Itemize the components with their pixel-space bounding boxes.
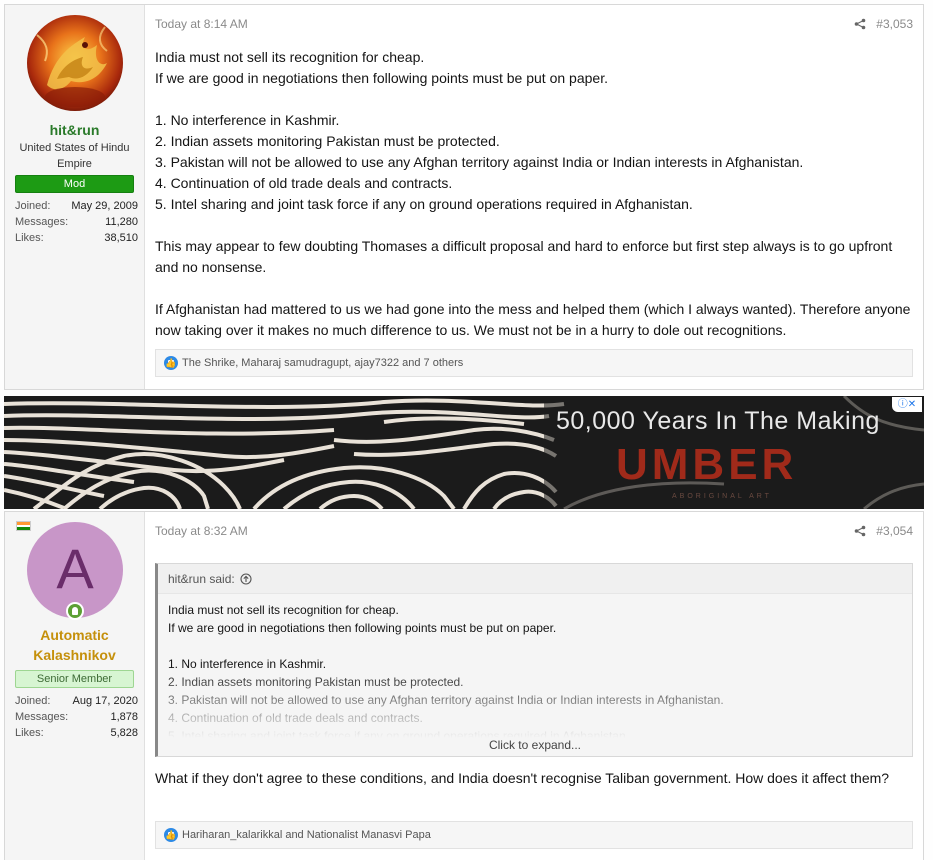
post-body: India must not sell its recognition for …	[155, 47, 911, 341]
username[interactable]: Automatic Kalashnikov	[5, 625, 144, 665]
quote-header[interactable]: hit&run said:	[158, 564, 912, 594]
stat-value: May 29, 2009	[71, 200, 138, 212]
post-3053: hit&run United States of Hindu Empire Mo…	[4, 4, 924, 390]
user-info: A Automatic Kalashnikov Senior Member Jo…	[5, 512, 145, 860]
post-date[interactable]: Today at 8:14 AM	[155, 17, 248, 31]
stat-label: Joined:	[15, 695, 51, 707]
reactions-bar[interactable]: Hariharan_kalarikkal and Nationalist Man…	[155, 821, 913, 849]
post-paragraph: 1. No interference in Kashmir. 2. Indian…	[155, 112, 804, 212]
username[interactable]: hit&run	[5, 120, 144, 140]
reactions-text[interactable]: Hariharan_kalarikkal and Nationalist Man…	[182, 822, 431, 848]
dragon-avatar-image	[27, 15, 123, 111]
online-status-icon	[66, 602, 84, 620]
stat-label: Joined:	[15, 200, 51, 212]
reactions-bar[interactable]: The Shrike, Maharaj samudragupt, ajay732…	[155, 349, 913, 377]
stat-value: Aug 17, 2020	[72, 695, 138, 707]
stat-value: 11,280	[105, 216, 138, 228]
india-flag-icon	[16, 521, 31, 531]
avatar-letter: A	[56, 537, 94, 600]
post-number[interactable]: #3,053	[876, 17, 913, 31]
avatar[interactable]	[27, 15, 123, 111]
post-body: What if they don't agree to these condit…	[155, 768, 911, 789]
ad-brand: UMBER	[616, 440, 798, 489]
user-banner: Mod	[15, 175, 134, 193]
ad-tagline: ABORIGINAL ART	[672, 493, 772, 500]
post-paragraph: India must not sell its recognition for …	[155, 49, 608, 86]
ad-info-close-icon[interactable]: ⓘ✕	[892, 397, 922, 412]
stat-likes: Likes: 38,510	[15, 230, 138, 246]
stat-joined: Joined: Aug 17, 2020	[15, 693, 138, 709]
post-paragraph: What if they don't agree to these condit…	[155, 770, 890, 786]
stat-value: 38,510	[104, 232, 138, 244]
click-to-expand[interactable]: Click to expand...	[158, 738, 912, 752]
ad-banner[interactable]: 50,000 Years In The Making UMBER ABORIGI…	[4, 396, 924, 509]
stat-label: Messages:	[15, 711, 69, 723]
like-icon	[164, 822, 178, 848]
user-stats: Joined: May 29, 2009 Messages: 11,280 Li…	[15, 198, 138, 246]
quote-block: hit&run said: India must not sell its re…	[155, 563, 913, 757]
post-date[interactable]: Today at 8:32 AM	[155, 524, 248, 538]
like-icon	[164, 350, 178, 376]
post-meta: Today at 8:14 AM #3,053	[155, 17, 913, 33]
stat-value: 5,828	[110, 727, 138, 739]
ad-headline: 50,000 Years In The Making	[556, 407, 880, 435]
post-meta: Today at 8:32 AM #3,054	[155, 524, 913, 540]
user-banner: Senior Member	[15, 670, 134, 688]
reactions-text[interactable]: The Shrike, Maharaj samudragupt, ajay732…	[182, 350, 463, 376]
post-paragraph: This may appear to few doubting Thomases…	[155, 238, 893, 275]
user-title: United States of Hindu Empire	[19, 142, 130, 170]
stat-label: Likes:	[15, 232, 44, 244]
stat-label: Likes:	[15, 727, 44, 739]
stat-value: 1,878	[110, 711, 138, 723]
share-icon[interactable]	[854, 525, 866, 537]
stat-messages: Messages: 11,280	[15, 214, 138, 230]
user-info: hit&run United States of Hindu Empire Mo…	[5, 5, 145, 389]
user-stats: Joined: Aug 17, 2020 Messages: 1,878 Lik…	[15, 693, 138, 741]
share-icon[interactable]	[854, 18, 866, 30]
stat-messages: Messages: 1,878	[15, 709, 138, 725]
post-number[interactable]: #3,054	[876, 524, 913, 538]
stat-joined: Joined: May 29, 2009	[15, 198, 138, 214]
post-paragraph: If Afghanistan had mattered to us we had…	[155, 301, 911, 338]
quote-paragraph: India must not sell its recognition for …	[168, 603, 557, 635]
arrow-up-circle-icon[interactable]	[240, 572, 252, 585]
stat-likes: Likes: 5,828	[15, 725, 138, 741]
post-3054: A Automatic Kalashnikov Senior Member Jo…	[4, 511, 924, 860]
quote-author[interactable]: hit&run said:	[168, 565, 235, 593]
stat-label: Messages:	[15, 216, 69, 228]
